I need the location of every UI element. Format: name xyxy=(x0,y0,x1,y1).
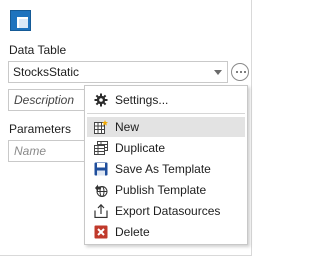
menu-item-label: Settings... xyxy=(115,93,169,107)
table-app-icon xyxy=(10,10,31,31)
gear-icon xyxy=(94,93,108,107)
duplicate-icon xyxy=(94,141,108,155)
data-table-label: Data Table xyxy=(9,43,67,57)
ellipsis-icon xyxy=(236,71,238,73)
more-options-button[interactable] xyxy=(231,63,249,81)
menu-item-label: Save As Template xyxy=(115,162,211,176)
chevron-down-icon[interactable] xyxy=(214,70,222,75)
name-placeholder: Name xyxy=(14,144,47,158)
delete-icon xyxy=(94,225,108,239)
data-table-select[interactable]: StocksStatic xyxy=(8,61,228,83)
publish-globe-icon xyxy=(95,184,108,197)
menu-item-delete[interactable]: Delete xyxy=(87,222,245,242)
menu-item-label: New xyxy=(115,120,140,134)
menu-item-export-datasources[interactable]: Export Datasources xyxy=(87,201,245,221)
new-table-icon xyxy=(94,120,108,134)
menu-item-publish-template[interactable]: Publish Template xyxy=(87,180,245,200)
menu-item-label: Publish Template xyxy=(115,183,207,197)
description-field[interactable]: Description xyxy=(8,89,88,111)
options-context-menu: Settings... New Duplicate Save As Templa… xyxy=(84,85,248,245)
menu-item-duplicate[interactable]: Duplicate xyxy=(87,138,245,158)
menu-item-save-as-template[interactable]: Save As Template xyxy=(87,159,245,179)
export-icon xyxy=(94,204,108,218)
parameters-label: Parameters xyxy=(9,122,72,136)
data-table-value: StocksStatic xyxy=(13,65,80,79)
description-placeholder: Description xyxy=(14,93,75,107)
menu-item-label: Export Datasources xyxy=(115,204,221,218)
menu-item-settings[interactable]: Settings... xyxy=(87,90,245,110)
menu-separator xyxy=(87,113,245,114)
menu-item-new[interactable]: New xyxy=(87,117,245,137)
menu-item-label: Duplicate xyxy=(115,141,166,155)
save-icon xyxy=(94,162,108,176)
parameter-name-field[interactable]: Name xyxy=(8,140,88,162)
menu-item-label: Delete xyxy=(115,225,150,239)
